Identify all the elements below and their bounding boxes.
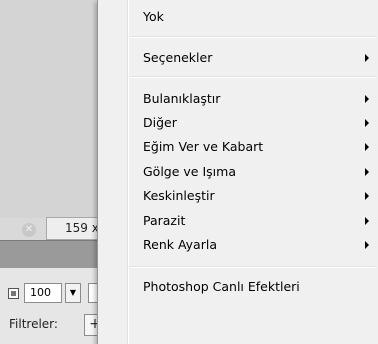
menu-item-parazit[interactable]: Parazit [101,209,375,233]
filters-context-menu: Yok Seçenekler Bulanıklaştır Diğer Eğim … [97,0,378,344]
menu-separator [130,36,375,38]
menu-separator [130,76,375,78]
close-icon[interactable]: ✕ [22,223,36,237]
submenu-arrow-icon [365,168,369,176]
submenu-arrow-icon [365,119,369,127]
menu-item-label: Renk Ayarla [143,237,217,252]
menu-item-yok[interactable]: Yok [101,5,375,29]
submenu-arrow-icon [365,143,369,151]
submenu-arrow-icon [365,192,369,200]
menu-item-diger[interactable]: Diğer [101,111,375,135]
menu-item-label: Diğer [143,115,177,130]
menu-item-golge-ve-isima[interactable]: Gölge ve Işıma [101,160,375,184]
menu-item-label: Eğim Ver ve Kabart [143,139,264,154]
menu-separator [130,266,375,268]
menu-item-label: Yok [143,9,164,24]
zoom-input[interactable]: 100 [24,283,62,303]
submenu-arrow-icon [365,95,369,103]
menu-item-label: Gölge ve Işıma [143,164,236,179]
menu-item-label: Photoshop Canlı Efektleri [143,279,300,294]
menu-item-label: Bulanıklaştır [143,91,221,106]
menu-item-photoshop-canli-efektleri[interactable]: Photoshop Canlı Efektleri [101,275,375,299]
menu-item-bulaniklastir[interactable]: Bulanıklaştır [101,87,375,111]
menu-item-secenekler[interactable]: Seçenekler [101,46,375,70]
zoom-icon [8,288,19,299]
submenu-arrow-icon [365,54,369,62]
filters-label: Filtreler: [9,317,58,331]
submenu-arrow-icon [365,241,369,249]
menu-item-keskinlestir[interactable]: Keskinleştir [101,184,375,208]
submenu-arrow-icon [365,217,369,225]
zoom-dropdown-button[interactable]: ▼ [65,283,81,303]
menu-item-renk-ayarla[interactable]: Renk Ayarla [101,233,375,257]
menu-item-label: Keskinleştir [143,188,215,203]
menu-item-egim-ver-ve-kabart[interactable]: Eğim Ver ve Kabart [101,135,375,159]
menu-item-label: Seçenekler [143,50,213,65]
menu-item-label: Parazit [143,213,186,228]
document-size-tab[interactable]: 159 x [46,217,104,240]
